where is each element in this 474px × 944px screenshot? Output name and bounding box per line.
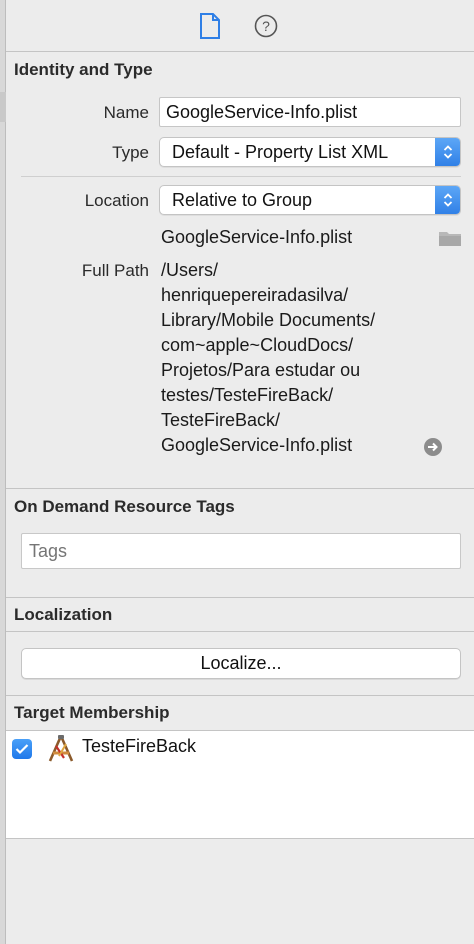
- section-divider: [6, 597, 474, 598]
- name-field[interactable]: GoogleService-Info.plist: [159, 97, 461, 127]
- section-divider: [6, 488, 474, 489]
- type-value: Default - Property List XML: [172, 142, 389, 162]
- full-path-line: Projetos/Para estudar ou: [161, 360, 361, 380]
- full-path-line: com~apple~CloudDocs/: [161, 335, 354, 355]
- full-path-line: Library/Mobile Documents/: [161, 310, 376, 330]
- full-path-line: GoogleService-Info.plist: [161, 435, 353, 455]
- target-checkbox[interactable]: [12, 739, 32, 759]
- section-divider: [6, 631, 474, 632]
- location-label: Location: [84, 191, 149, 210]
- type-popup[interactable]: Default - Property List XML: [159, 137, 461, 167]
- identity-section-title: Identity and Type: [14, 60, 153, 79]
- quick-help-icon[interactable]: ?: [252, 12, 280, 40]
- updown-chevron-icon: [435, 138, 460, 166]
- target-membership-list: TesteFireBack: [6, 730, 474, 839]
- file-inspector-icon[interactable]: [196, 12, 224, 40]
- full-path-line: testes/TesteFireBack/: [161, 385, 334, 405]
- location-value: Relative to Group: [172, 190, 313, 210]
- target-membership-section-title: Target Membership: [14, 703, 170, 722]
- inspector-toolbar: ?: [6, 0, 474, 52]
- help-glyph: ?: [262, 18, 270, 34]
- reveal-arrow-icon[interactable]: [423, 437, 443, 462]
- section-divider: [6, 695, 474, 696]
- name-label: Name: [103, 103, 149, 122]
- updown-chevron-icon: [435, 186, 460, 214]
- file-inspector-panel: ? Identity and Type Name GoogleService-I…: [6, 0, 474, 944]
- location-file-name: GoogleService-Info.plist: [161, 227, 353, 247]
- app-target-icon: [46, 734, 76, 769]
- identity-divider: [21, 176, 461, 177]
- type-label: Type: [112, 143, 149, 162]
- full-path-line: TesteFireBack/: [161, 410, 281, 430]
- localization-section-title: Localization: [14, 605, 113, 624]
- localize-button[interactable]: Localize...: [21, 648, 461, 679]
- full-path-line: henriquepereiradasilva/: [161, 285, 349, 305]
- tags-input[interactable]: [21, 533, 461, 569]
- target-name: TesteFireBack: [82, 736, 197, 756]
- location-popup[interactable]: Relative to Group: [159, 185, 461, 215]
- on-demand-section-title: On Demand Resource Tags: [14, 497, 235, 516]
- folder-icon[interactable]: [438, 229, 462, 252]
- full-path-line: /Users/: [161, 260, 219, 280]
- full-path-label: Full Path: [81, 261, 149, 280]
- checkmark-icon: [15, 744, 29, 755]
